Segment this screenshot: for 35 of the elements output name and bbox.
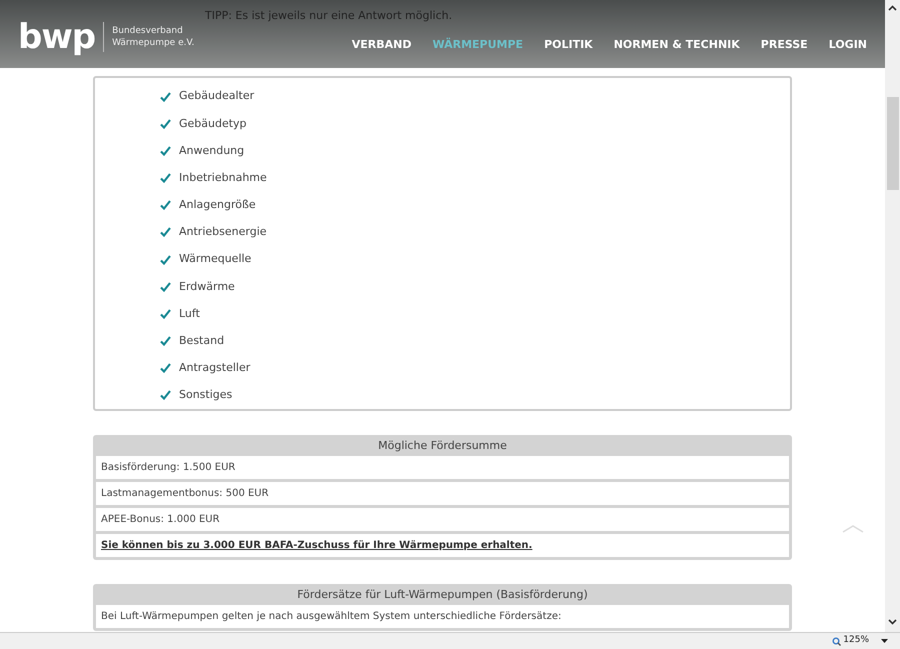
dropdown-caret-icon[interactable] (881, 639, 888, 643)
zoom-icon[interactable] (832, 636, 842, 646)
nav-link[interactable]: POLITIK (544, 37, 593, 54)
scrollbar-thumb[interactable] (886, 97, 898, 190)
criterion-label: Anlagengröße (179, 197, 256, 214)
tip-text: TIPP: Es ist jeweils nur eine Antwort möglich. (205, 8, 452, 24)
panel-title: Mögliche Fördersumme (377, 438, 508, 454)
criterion-label: Gebäudealter (179, 88, 254, 104)
criterion-label: Wärmequelle (179, 251, 252, 268)
criterion-label: Antriebsenergie (179, 224, 267, 240)
org-name: Wärmepumpe e.V. (112, 37, 194, 49)
criterion-label: Gebäudetyp (179, 116, 247, 132)
subsidy-link[interactable]: Sie können bis zu 3.000 EUR BAFA-Zuschuss für Ihre Wärmepumpe erhalten. (101, 538, 532, 553)
scroll-up-icon[interactable] (888, 5, 897, 11)
criterion-label: Sonstiges (179, 387, 232, 404)
criterion-label: Anwendung (179, 142, 244, 159)
nav-link[interactable]: PRESSE (760, 37, 808, 54)
row-text: Bei Luft-Wärmepumpen gelten je nach ausgewähltem System unterschiedliche Fördersätze: (101, 610, 562, 624)
criterion-label: Erdwärme (179, 278, 235, 295)
criterion-label: Antragsteller (179, 360, 250, 376)
nav-link[interactable]: NORMEN & TECHNIK (614, 37, 740, 54)
scrollbar[interactable] (885, 0, 900, 632)
org-name: Bundesverband (112, 25, 184, 37)
nav-link[interactable]: LOGIN (828, 37, 867, 54)
criterion-label: Luft (179, 306, 200, 322)
row-text: APEE-Bonus: 1.000 EUR (101, 513, 220, 527)
row-text: Lastmanagementbonus: 500 EUR (101, 487, 269, 501)
zoom-level[interactable]: 125% (843, 634, 869, 648)
panel-title: Fördersätze für Luft-Wärmepumpen (Basisförderung) (296, 587, 589, 603)
logo[interactable]: bwp (18, 20, 96, 54)
nav-link[interactable]: VERBAND (352, 37, 412, 54)
criterion-label: Inbetriebnahme (179, 170, 267, 186)
criterion-label: Bestand (179, 332, 224, 349)
row-text: Basisförderung: 1.500 EUR (101, 461, 236, 475)
scroll-down-icon[interactable] (888, 619, 897, 625)
